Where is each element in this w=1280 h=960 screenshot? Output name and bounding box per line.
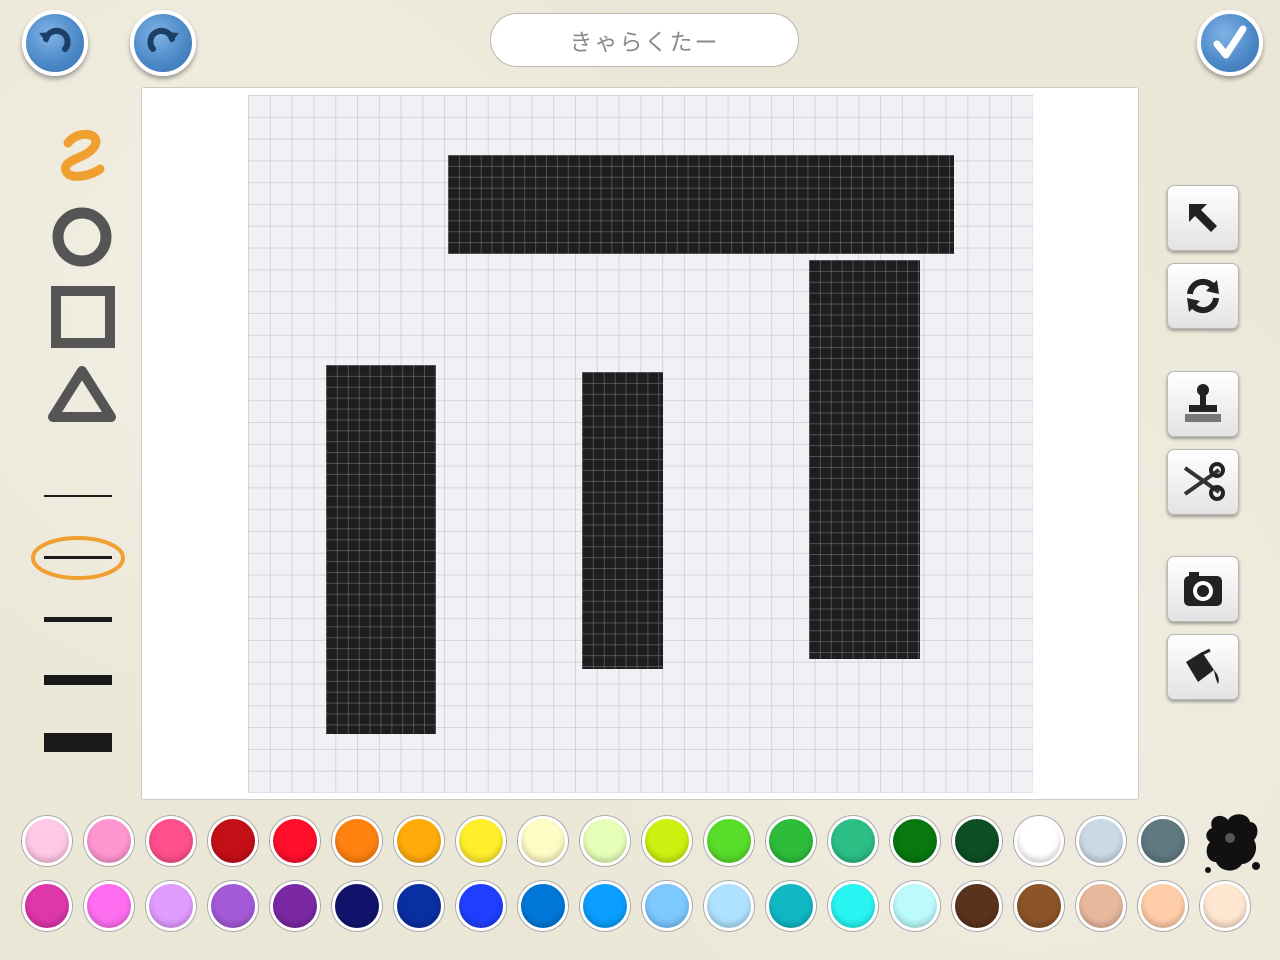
undo-arrow-icon <box>39 27 71 52</box>
select-arrow-icon <box>1189 204 1217 232</box>
line-width-3[interactable] <box>44 617 112 622</box>
color-swatch[interactable] <box>642 881 692 931</box>
color-swatch[interactable] <box>84 881 134 931</box>
color-swatch[interactable] <box>766 881 816 931</box>
drawn-block <box>448 155 954 254</box>
rotate-button[interactable] <box>1167 263 1239 329</box>
color-swatch[interactable] <box>518 881 568 931</box>
color-swatch[interactable] <box>828 881 878 931</box>
freehand-tool[interactable] <box>48 125 118 190</box>
color-swatch[interactable] <box>890 881 940 931</box>
color-swatch[interactable] <box>704 816 754 866</box>
color-swatch[interactable] <box>766 816 816 866</box>
color-swatch[interactable] <box>84 816 134 866</box>
color-swatch[interactable] <box>394 881 444 931</box>
color-swatch[interactable] <box>704 881 754 931</box>
color-swatch[interactable] <box>146 816 196 866</box>
line-width-1[interactable] <box>44 495 112 497</box>
color-swatch[interactable] <box>456 816 506 866</box>
color-swatch[interactable] <box>952 881 1002 931</box>
checkmark-icon <box>1213 25 1247 59</box>
done-button[interactable] <box>1197 10 1263 76</box>
color-swatch[interactable] <box>22 816 72 866</box>
color-swatch[interactable] <box>580 881 630 931</box>
color-swatch[interactable] <box>890 816 940 866</box>
line-width-5[interactable] <box>44 733 112 752</box>
color-swatch[interactable] <box>332 881 382 931</box>
camera-icon <box>1184 572 1222 606</box>
color-swatch[interactable] <box>270 881 320 931</box>
square-tool[interactable] <box>48 283 118 351</box>
color-swatch[interactable] <box>208 881 258 931</box>
triangle-tool[interactable] <box>45 363 119 425</box>
scissors-icon <box>1183 462 1225 501</box>
rotate-icon <box>1187 278 1219 314</box>
triangle-brush-icon <box>48 366 116 422</box>
select-button[interactable] <box>1167 185 1239 251</box>
freehand-squiggle-icon <box>61 129 105 181</box>
undo-button[interactable] <box>22 10 88 76</box>
stamp-icon <box>1185 384 1221 422</box>
color-swatch[interactable] <box>1076 816 1126 866</box>
camera-button[interactable] <box>1167 556 1239 622</box>
color-swatch[interactable] <box>208 816 258 866</box>
redo-button[interactable] <box>130 10 196 76</box>
circle-brush-icon <box>52 207 112 267</box>
color-swatch[interactable] <box>1138 816 1188 866</box>
color-swatch[interactable] <box>828 816 878 866</box>
paint-bucket-button[interactable] <box>1167 634 1239 700</box>
square-brush-icon <box>51 286 115 348</box>
black-ink-button[interactable] <box>1200 808 1264 880</box>
color-swatch[interactable] <box>1200 881 1250 931</box>
line-width-2[interactable] <box>44 556 112 559</box>
color-swatch[interactable] <box>456 881 506 931</box>
color-swatch[interactable] <box>1014 816 1064 866</box>
scissors-button[interactable] <box>1167 449 1239 515</box>
paint-bucket-icon <box>1186 648 1219 684</box>
color-swatch[interactable] <box>270 816 320 866</box>
color-swatch[interactable] <box>394 816 444 866</box>
circle-tool[interactable] <box>48 203 118 271</box>
color-swatch[interactable] <box>1014 881 1064 931</box>
drawn-block <box>326 365 436 734</box>
color-swatch[interactable] <box>146 881 196 931</box>
color-swatch[interactable] <box>580 816 630 866</box>
drawing-canvas[interactable] <box>248 95 1033 793</box>
color-swatch[interactable] <box>518 816 568 866</box>
color-swatch[interactable] <box>642 816 692 866</box>
color-swatch[interactable] <box>22 881 72 931</box>
black-ink-splat-icon <box>1205 814 1260 873</box>
color-swatch[interactable] <box>1138 881 1188 931</box>
stamp-button[interactable] <box>1167 371 1239 437</box>
color-swatch[interactable] <box>952 816 1002 866</box>
title-input[interactable]: きゃらくたー <box>490 13 799 67</box>
color-swatch[interactable] <box>1076 881 1126 931</box>
drawn-block <box>809 260 920 659</box>
line-width-4[interactable] <box>44 675 112 685</box>
drawn-block <box>582 372 663 669</box>
color-swatch[interactable] <box>332 816 382 866</box>
redo-arrow-icon <box>147 27 179 52</box>
